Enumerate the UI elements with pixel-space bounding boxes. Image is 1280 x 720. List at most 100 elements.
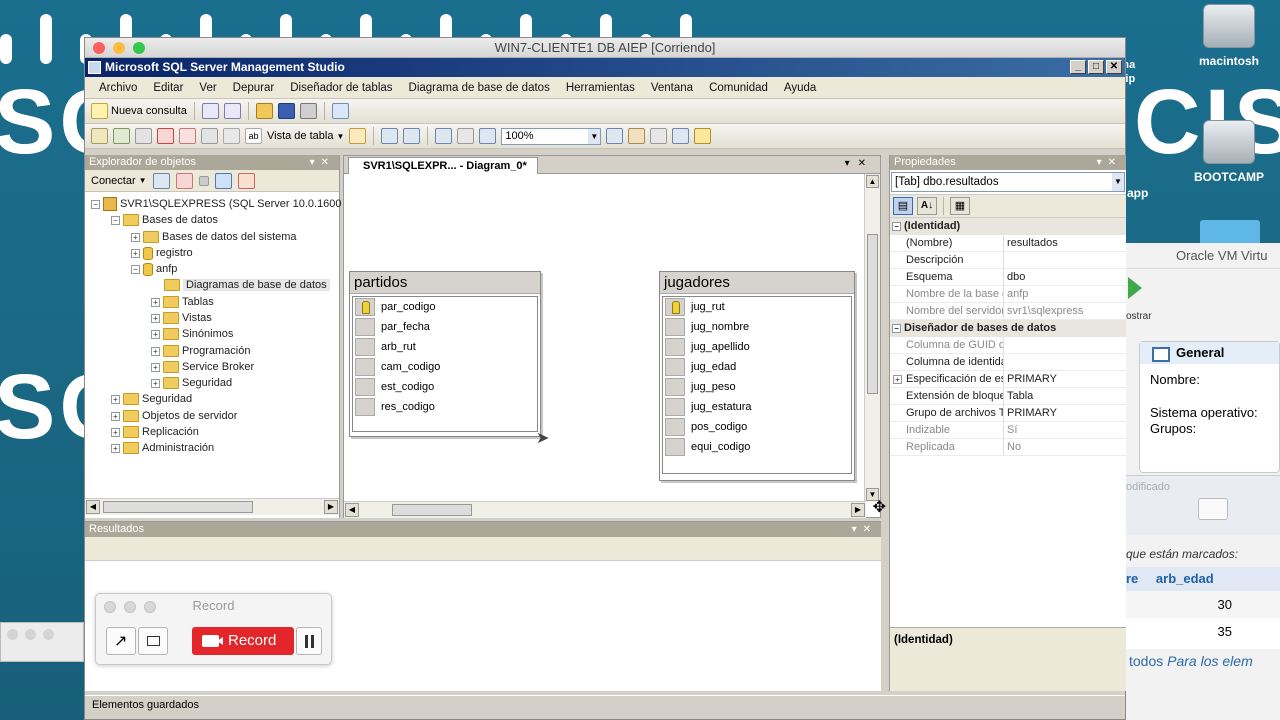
scroll-up-icon[interactable]: ▲: [866, 175, 879, 188]
print-icon[interactable]: [299, 103, 317, 119]
new-query-button[interactable]: Nueva consulta: [91, 103, 187, 119]
primary-key-icon[interactable]: [223, 128, 240, 144]
column-row[interactable]: jug_peso: [663, 377, 851, 397]
connect-icon[interactable]: [152, 172, 170, 189]
connect-dropdown[interactable]: Conectar ▼: [91, 175, 147, 187]
manage-indexes-icon[interactable]: [672, 128, 690, 144]
menu-disenador-tablas[interactable]: Diseñador de tablas: [282, 82, 400, 94]
column-row[interactable]: pos_codigo: [663, 417, 851, 437]
zoom-to-fit-icon[interactable]: [606, 128, 624, 144]
property-row[interactable]: Indizable Sí: [890, 422, 1126, 439]
menu-herramientas[interactable]: Herramientas: [558, 82, 643, 94]
tree-node-anfp[interactable]: − anfp: [131, 261, 177, 277]
arrange-tables-icon[interactable]: [381, 128, 399, 144]
property-row[interactable]: (Nombre) resultados: [890, 235, 1126, 252]
scroll-left-icon[interactable]: ◀: [86, 500, 100, 514]
column-row[interactable]: arb_rut: [353, 337, 537, 357]
remove-from-diagram-icon[interactable]: [179, 128, 196, 144]
open-file-icon[interactable]: [255, 103, 273, 119]
property-row[interactable]: Replicada No: [890, 439, 1126, 456]
start-arrow-icon[interactable]: [1128, 277, 1142, 299]
scroll-thumb[interactable]: [867, 234, 878, 394]
relationships-icon[interactable]: [479, 128, 497, 144]
tab-controls[interactable]: ▾✕: [845, 158, 874, 169]
panel-buttons[interactable]: ▾✕: [310, 155, 335, 170]
refresh-icon[interactable]: [237, 172, 255, 189]
property-row[interactable]: + Especificación de es PRIMARY: [890, 371, 1126, 388]
property-row[interactable]: Columna de identida: [890, 354, 1126, 371]
column-row[interactable]: cam_codigo: [353, 357, 537, 377]
analysis-query-icon[interactable]: [223, 103, 241, 119]
arrange-selection-icon[interactable]: [403, 128, 421, 144]
property-row[interactable]: Columna de GUID d: [890, 337, 1126, 354]
minimize-icon[interactable]: [113, 42, 125, 54]
show-relationship-labels-icon[interactable]: [628, 128, 646, 144]
property-row[interactable]: Descripción: [890, 252, 1126, 269]
tree-node-diagrams[interactable]: Diagramas de base de datos: [164, 277, 330, 293]
save-icon[interactable]: [277, 103, 295, 119]
menu-ver[interactable]: Ver: [191, 82, 224, 94]
autosize-icon[interactable]: [349, 128, 367, 144]
diagram-hscroll[interactable]: ◀ ▶: [344, 501, 866, 518]
diagram-vscroll[interactable]: ▲ ▼: [864, 174, 880, 502]
tree-node-service-broker[interactable]: + Service Broker: [151, 359, 254, 375]
column-row[interactable]: jug_edad: [663, 357, 851, 377]
view-page-breaks-icon[interactable]: [650, 128, 668, 144]
close-button[interactable]: ✕: [1106, 60, 1122, 74]
restore-button[interactable]: □: [1088, 60, 1104, 74]
menu-diagrama[interactable]: Diagrama de base de datos: [401, 82, 558, 94]
record-button[interactable]: Record: [192, 627, 294, 655]
column-row[interactable]: res_codigo: [353, 397, 537, 417]
table-view-dropdown[interactable]: Vista de tabla ▼: [267, 130, 344, 142]
arrow-tool-button[interactable]: ↗: [106, 627, 136, 655]
generate-script-icon[interactable]: [201, 128, 218, 144]
scroll-right-icon[interactable]: ▶: [324, 500, 338, 514]
scroll-left-icon[interactable]: ◀: [345, 503, 359, 517]
tree-node-management[interactable]: + Administración: [111, 440, 214, 456]
scroll-right-icon[interactable]: ▶: [851, 503, 865, 517]
filter-icon[interactable]: [214, 172, 232, 189]
pause-button[interactable]: [296, 627, 322, 655]
column-row[interactable]: jug_rut: [663, 297, 851, 317]
add-table-icon[interactable]: [113, 128, 130, 144]
desktop-icon-macintosh[interactable]: macintosh: [1184, 4, 1274, 68]
tree-node-views[interactable]: + Vistas: [151, 310, 212, 326]
object-selector[interactable]: [Tab] dbo.resultados ▼: [891, 172, 1125, 192]
category-identity[interactable]: − (Identidad): [890, 218, 1126, 235]
property-row[interactable]: Nombre del servidor svr1\sqlexpress: [890, 303, 1126, 320]
tree-node-system-databases[interactable]: + Bases de datos del sistema: [131, 229, 297, 245]
tree-node-db-security[interactable]: + Seguridad: [151, 375, 232, 391]
recalculate-icon[interactable]: [457, 128, 475, 144]
edit-button[interactable]: [1198, 498, 1228, 520]
object-explorer-hscroll[interactable]: ◀ ▶: [85, 498, 339, 515]
minimize-button[interactable]: _: [1070, 60, 1086, 74]
panel-buttons[interactable]: ▾✕: [852, 522, 877, 537]
tree-node-replication[interactable]: + Replicación: [111, 424, 199, 440]
column-row[interactable]: equi_codigo: [663, 437, 851, 457]
tree-node-databases[interactable]: − Bases de datos: [111, 212, 218, 228]
panel-buttons[interactable]: ▾✕: [1097, 155, 1122, 170]
tree-node-registro[interactable]: + registro: [131, 245, 193, 261]
tree-node-server-objects[interactable]: + Objetos de servidor: [111, 408, 237, 424]
zoom-icon[interactable]: [133, 42, 145, 54]
property-row[interactable]: Esquema dbo: [890, 269, 1126, 286]
table-jugadores[interactable]: jugadores jug_rut jug_nombre jug_apellid…: [659, 271, 855, 481]
zoom-combo[interactable]: 100% ▼: [501, 127, 602, 145]
menu-ayuda[interactable]: Ayuda: [776, 82, 824, 94]
property-row[interactable]: Nombre de la base d anfp: [890, 286, 1126, 303]
category-designer[interactable]: − Diseñador de bases de datos: [890, 320, 1126, 337]
column-row[interactable]: jug_apellido: [663, 337, 851, 357]
copy-image-icon[interactable]: [694, 128, 712, 144]
tab-diagram[interactable]: SVR1\SQLEXPR... - Diagram_0*: [348, 157, 538, 174]
menu-editar[interactable]: Editar: [145, 82, 191, 94]
property-row[interactable]: Extensión de bloque Tabla: [890, 388, 1126, 405]
tree-node-server[interactable]: − SVR1\SQLEXPRESS (SQL Server 10.0.1600: [91, 196, 342, 212]
stop-icon[interactable]: [198, 175, 209, 186]
delete-table-icon[interactable]: [157, 128, 174, 144]
column-row[interactable]: jug_estatura: [663, 397, 851, 417]
close-icon[interactable]: [93, 42, 105, 54]
scroll-thumb[interactable]: [103, 501, 253, 513]
tree-node-security[interactable]: + Seguridad: [111, 391, 192, 407]
menu-depurar[interactable]: Depurar: [225, 82, 283, 94]
text-annotation-icon[interactable]: ab: [245, 128, 262, 144]
